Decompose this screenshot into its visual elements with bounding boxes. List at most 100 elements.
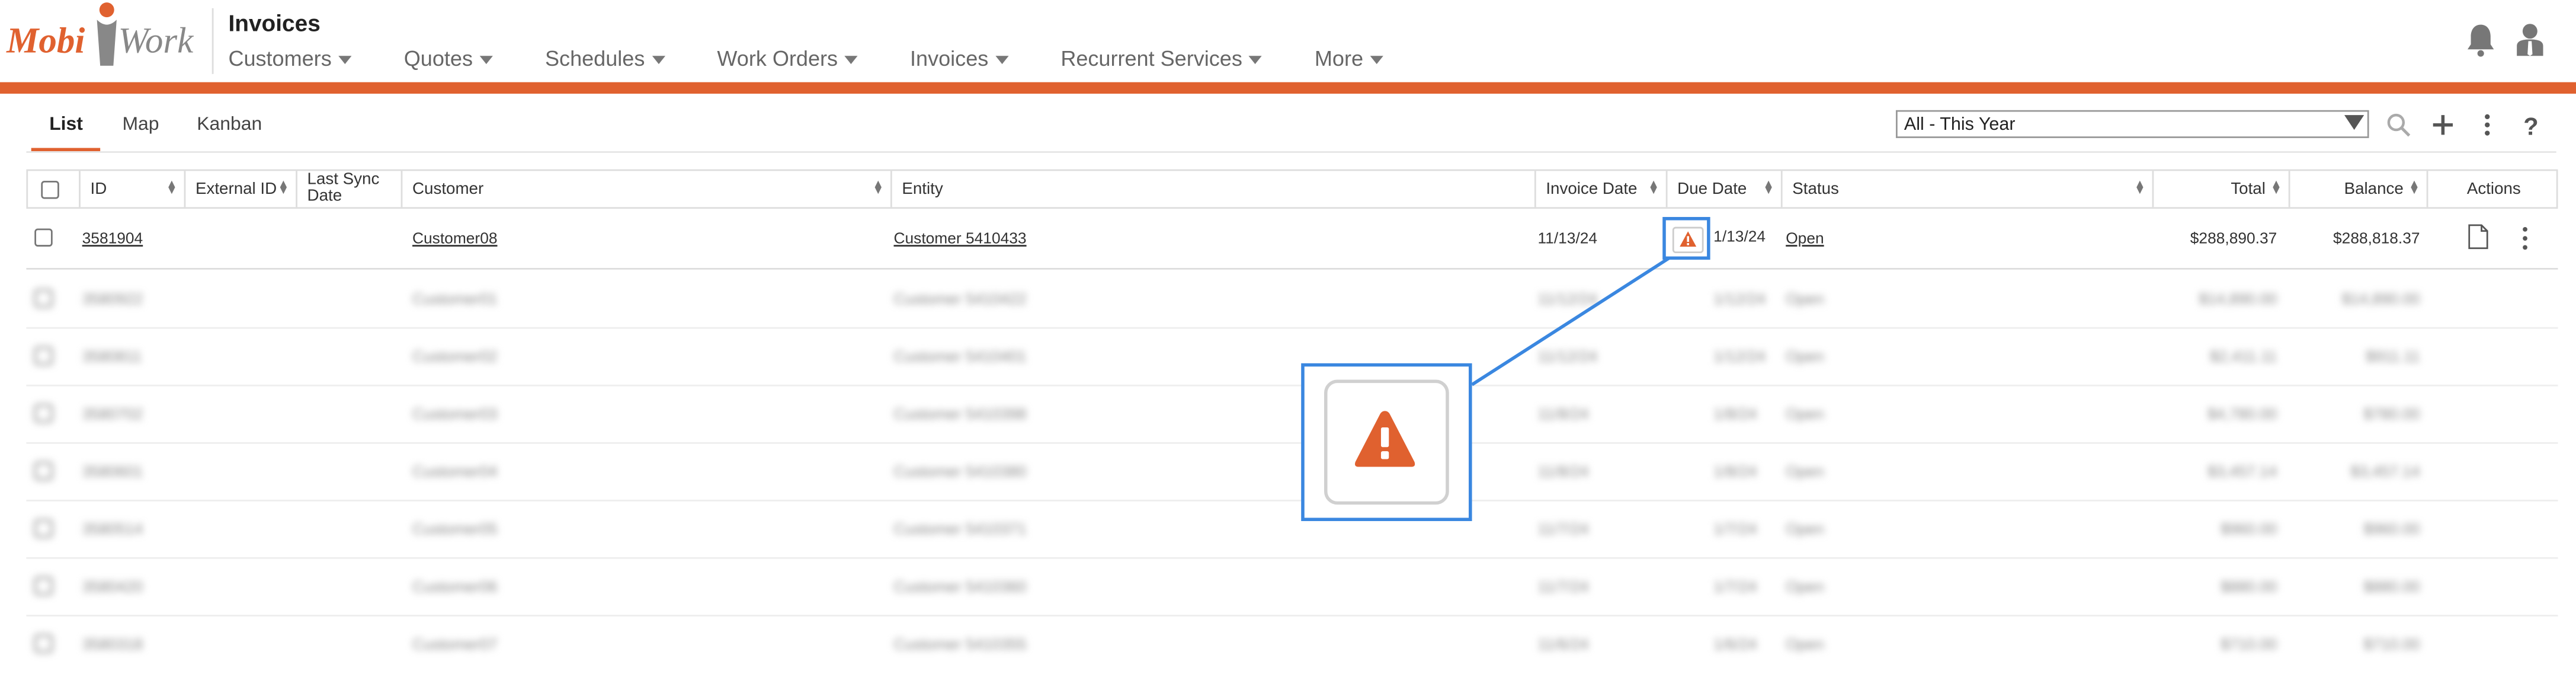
column-header-status[interactable]: Status ▲ ▼ [1783,171,2154,207]
table-row[interactable]: 3580601 Customer04 Customer 5410380 11/8… [26,442,2558,501]
entity-link[interactable]: Customer 5410371 [893,521,1026,539]
help-icon[interactable]: ? [2517,112,2543,138]
document-icon[interactable] [2468,223,2489,250]
invoice-id-link[interactable]: 3580601 [82,464,143,482]
total-amount: $2,411.11 [2210,348,2277,367]
column-header-balance[interactable]: Balance ▲ ▼ [2290,171,2428,207]
select-all-checkbox[interactable] [41,181,59,199]
invoice-id-link[interactable]: 3580702 [82,406,143,424]
column-header-invoice-date[interactable]: Invoice Date ▲ ▼ [1536,171,1668,207]
invoice-id-link[interactable]: 3580922 [82,291,143,309]
table-row[interactable]: 3580702 Customer03 Customer 5410398 11/8… [26,385,2558,444]
status-link[interactable]: Open [1786,636,1824,654]
due-date: 1/7/24 [1713,579,1757,597]
customer-link[interactable]: Customer08 [412,230,498,248]
invoice-id-link[interactable]: 3580318 [82,636,143,654]
customer-link[interactable]: Customer02 [412,349,498,367]
bell-icon[interactable] [2464,21,2497,58]
nav-schedules[interactable]: Schedules [545,46,665,71]
customer-link[interactable]: Customer04 [412,464,498,482]
chevron-down-icon [1248,56,1263,65]
warning-icon-highlight [1662,217,1710,260]
entity-link[interactable]: Customer 5410380 [893,464,1026,482]
status-link[interactable]: Open [1786,349,1824,367]
invoice-id-link[interactable]: 3580514 [82,521,143,539]
column-header-due-date[interactable]: Due Date ▲ ▼ [1668,171,1783,207]
table-row[interactable]: 3580514 Customer05 Customer 5410371 11/7… [26,500,2558,559]
row-checkbox[interactable] [34,404,53,423]
table-row[interactable]: 3580922 Customer01 Customer 5410422 11/1… [26,270,2558,329]
balance-amount: $880.00 [2363,579,2420,597]
status-link[interactable]: Open [1786,291,1824,309]
row-checkbox[interactable] [34,289,53,308]
chevron-down-icon [338,56,352,65]
more-vertical-icon[interactable] [2474,112,2500,138]
search-icon[interactable] [2385,112,2411,138]
row-checkbox[interactable] [34,577,53,595]
customer-link[interactable]: Customer07 [412,636,498,654]
status-link[interactable]: Open [1786,579,1824,597]
overdue-warning-button[interactable] [1672,226,1704,254]
column-header-actions: Actions [2466,180,2521,199]
status-link[interactable]: Open [1786,406,1824,424]
tab-map[interactable]: Map [104,105,175,151]
status-link[interactable]: Open [1786,464,1824,482]
row-checkbox[interactable] [34,228,53,247]
invoice-id-link[interactable]: 3580811 [82,349,142,367]
view-tabs: List Map Kanban [31,105,282,152]
column-header-last-sync-date[interactable]: Last Sync Date [297,171,403,207]
entity-link[interactable]: Customer 5410422 [893,291,1026,309]
due-date: 1/13/24 [1713,228,1766,247]
chevron-down-icon [1370,56,1383,65]
nav-more[interactable]: More [1315,46,1383,71]
entity-link[interactable]: Customer 5410401 [893,349,1026,367]
more-vertical-icon[interactable] [2517,225,2533,251]
header-select-all [28,171,81,207]
table-row[interactable]: 3580318 Customer07 Customer 5410355 11/6… [26,615,2558,672]
status-link[interactable]: Open [1786,230,1824,248]
column-header-id[interactable]: ID ▲ ▼ [81,171,186,207]
chevron-down-icon [995,56,1008,65]
nav-quotes[interactable]: Quotes [404,46,493,71]
row-checkbox[interactable] [34,462,53,480]
warning-icon [1354,411,1415,467]
entity-link[interactable]: Customer 5410433 [893,230,1026,248]
invoice-id-link[interactable]: 3580420 [82,579,143,597]
customer-link[interactable]: Customer05 [412,521,498,539]
customer-link[interactable]: Customer01 [412,291,498,309]
status-link[interactable]: Open [1786,521,1824,539]
row-checkbox[interactable] [34,347,53,365]
due-date: 1/8/24 [1713,463,1757,482]
tab-kanban[interactable]: Kanban [179,105,278,151]
tab-list[interactable]: List [31,105,101,152]
entity-link[interactable]: Customer 5410355 [893,636,1026,654]
invoice-date: 11/8/24 [1537,405,1589,424]
nav-invoices[interactable]: Invoices [910,46,1008,71]
table-row[interactable]: 3581904 Customer08 Customer 5410433 11/1… [26,209,2558,270]
svg-text:Work: Work [118,21,194,61]
invoice-id-link[interactable]: 3581904 [82,230,143,248]
balance-amount: $3,457.14 [2350,463,2420,482]
table-row[interactable]: 3580811 Customer02 Customer 5410401 11/1… [26,327,2558,386]
entity-link[interactable]: Customer 5410360 [893,579,1026,597]
balance-amount: $14,890.00 [2341,290,2420,309]
row-checkbox[interactable] [34,519,53,538]
customer-link[interactable]: Customer03 [412,406,498,424]
chevron-down-icon [651,56,665,65]
column-header-entity[interactable]: Entity [892,171,1536,207]
column-header-total[interactable]: Total ▲ ▼ [2154,171,2290,207]
invoice-date: 11/8/24 [1537,463,1589,482]
total-amount: $3,457.14 [2207,463,2277,482]
nav-customers[interactable]: Customers [228,46,352,71]
column-header-external-id[interactable]: External ID ▲ ▼ [185,171,297,207]
period-filter-select[interactable]: All - This Year [1895,110,2369,138]
column-header-customer[interactable]: Customer ▲ ▼ [402,171,892,207]
nav-work-orders[interactable]: Work Orders [717,46,858,71]
table-row[interactable]: 3580420 Customer06 Customer 5410360 11/7… [26,557,2558,616]
customer-link[interactable]: Customer06 [412,579,498,597]
entity-link[interactable]: Customer 5410398 [893,406,1026,424]
user-icon[interactable] [2514,21,2546,58]
row-checkbox[interactable] [34,634,53,653]
plus-icon[interactable] [2430,112,2456,138]
nav-recurrent-services[interactable]: Recurrent Services [1060,46,1263,71]
